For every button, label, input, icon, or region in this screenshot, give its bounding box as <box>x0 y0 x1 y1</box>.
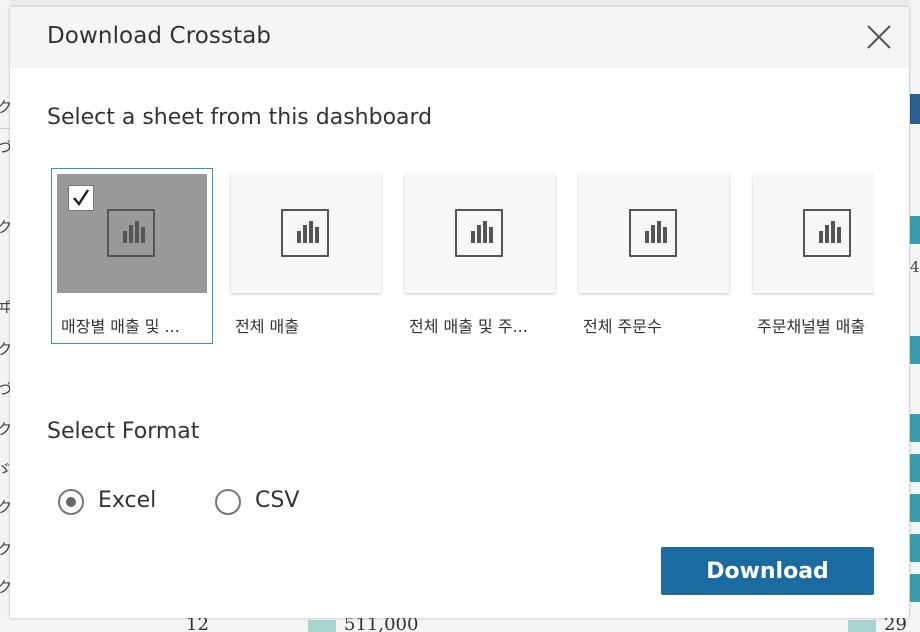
download-crosstab-dialog: Download Crosstab Select a sheet from th… <box>10 7 909 618</box>
sheet-selector: 매장별 매출 및 ... 전체 매출 전체 매출 및 주... 전체 주문수 주… <box>51 168 874 348</box>
bar-chart-icon <box>629 208 677 257</box>
bg-bar <box>308 620 336 632</box>
sheet-option[interactable]: 전체 주문수 <box>573 168 735 344</box>
bg-bar <box>910 336 920 364</box>
bg-value-fragment: 12 <box>186 616 209 632</box>
sheet-option[interactable]: 매장별 매출 및 ... <box>51 168 213 344</box>
format-label: CSV <box>255 488 300 513</box>
bg-bar <box>910 216 920 244</box>
sheet-label: 전체 매출 <box>235 317 299 336</box>
sheet-thumbnail <box>405 174 555 293</box>
bg-bar <box>910 414 920 442</box>
sheet-option[interactable]: 전체 매출 및 주... <box>399 168 561 344</box>
background-dashboard-right: 4 <box>910 0 920 632</box>
sheet-option[interactable]: 전체 매출 <box>225 168 387 344</box>
download-button[interactable]: Download <box>661 547 874 595</box>
bg-value-fragment: 4 <box>910 258 920 276</box>
bar-chart-icon <box>281 208 329 257</box>
bg-bar <box>910 574 920 602</box>
bg-bar <box>910 534 920 562</box>
sheet-label: 전체 주문수 <box>583 317 662 336</box>
dialog-header: Download Crosstab <box>10 7 909 68</box>
sheet-label: 매장별 매출 및 ... <box>61 317 180 336</box>
sheet-option[interactable]: 주문채널별 매출 <box>747 168 874 344</box>
bar-chart-icon <box>107 208 155 257</box>
sheet-label: 전체 매출 및 주... <box>409 317 528 336</box>
bg-bar <box>848 620 876 632</box>
sheet-label: 주문채널별 매출 <box>757 317 866 336</box>
sheet-thumbnail <box>753 174 874 293</box>
checkmark-icon <box>73 189 90 207</box>
bg-value-fragment: 511,000 <box>344 616 419 632</box>
close-icon <box>867 25 891 49</box>
format-label: Excel <box>98 488 157 513</box>
radio-button-icon[interactable] <box>58 489 84 515</box>
selected-checkbox[interactable] <box>68 185 94 211</box>
sheet-thumbnail <box>579 174 729 293</box>
background-dashboard-left: ク づ ク ヸ ク づ ク ゞ ク ク ク <box>0 0 12 632</box>
bg-bar <box>910 454 920 482</box>
bar-chart-icon <box>803 208 851 257</box>
background-dashboard-bottom: 12 511,000 29 <box>0 616 920 632</box>
format-section-label: Select Format <box>47 419 200 444</box>
bg-bar <box>910 94 920 124</box>
sheet-thumbnail <box>57 174 207 293</box>
dialog-title: Download Crosstab <box>47 23 272 49</box>
close-button[interactable] <box>863 21 895 53</box>
bg-value-fragment: 29 <box>884 616 907 632</box>
bg-bar <box>910 494 920 522</box>
bg-divider <box>0 128 10 129</box>
sheet-thumbnail <box>231 174 381 293</box>
radio-button-icon[interactable] <box>215 489 241 515</box>
bar-chart-icon <box>455 208 503 257</box>
sheet-section-label: Select a sheet from this dashboard <box>47 105 433 130</box>
